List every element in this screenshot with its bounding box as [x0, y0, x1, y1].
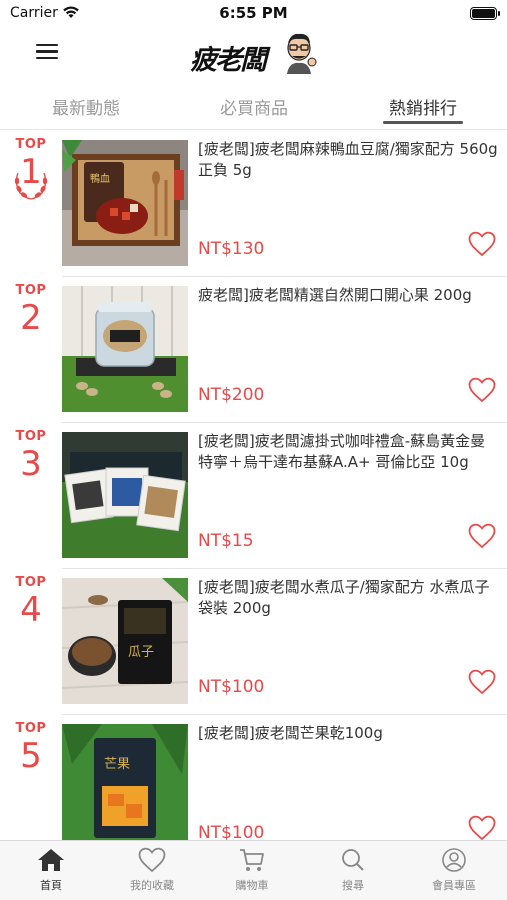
search-icon — [342, 849, 364, 871]
tabbar-home[interactable]: 首頁 — [11, 847, 91, 893]
rank-badge: TOP 5 — [8, 721, 54, 776]
rank-top-label: TOP — [15, 575, 47, 590]
tabbar-search-label: 搜尋 — [342, 879, 364, 892]
rank-badge: TOP 4 — [8, 575, 54, 630]
rank-badge: TOP 1 — [8, 137, 54, 200]
rank-badge: TOP 2 — [8, 283, 54, 338]
rank-number: 5 — [20, 736, 42, 776]
status-bar: Carrier 6:55 PM — [0, 0, 507, 28]
rank-number: 2 — [20, 298, 42, 338]
tabbar-home-label: 首頁 — [40, 879, 62, 892]
product-image[interactable] — [62, 286, 188, 412]
tabbar-member-label: 會員專區 — [432, 879, 476, 892]
list-item[interactable]: TOP 1 鴨血 [疲老闆]疲老闆麻辣鴨血豆腐/獨家配方 560g 正負 5g … — [0, 131, 507, 277]
product-price: NT$100 — [198, 677, 265, 697]
tab-best-sellers[interactable]: 熱銷排行 — [363, 94, 483, 119]
product-title[interactable]: [疲老闆]疲老闆芒果乾100g — [198, 723, 498, 744]
tabbar-favorites-label: 我的收藏 — [130, 879, 174, 892]
tabbar-favorites[interactable]: 我的收藏 — [112, 847, 192, 893]
svg-text:瓜子: 瓜子 — [128, 645, 154, 660]
product-image[interactable]: 鴨血 — [62, 140, 188, 266]
active-tab-indicator — [383, 121, 463, 124]
rank-number: 1 — [20, 152, 42, 192]
tabbar-cart-label: 購物車 — [235, 879, 269, 892]
list-item[interactable]: TOP 5 芒果 [疲老闆]疲老闆芒果乾100g NT$100 — [0, 715, 507, 840]
rank-top-label: TOP — [15, 429, 47, 444]
rank-number: 3 — [20, 444, 42, 484]
product-title[interactable]: [疲老闆]疲老闆濾掛式咖啡禮盒-蘇島黃金曼特寧＋烏干達布基蘇A.A+ 哥倫比亞 … — [198, 431, 498, 473]
logo-text: 疲老闆 — [190, 45, 267, 76]
tab-must-buy[interactable]: 必買商品 — [194, 94, 314, 119]
product-image[interactable] — [62, 432, 188, 558]
favorite-heart-icon[interactable] — [468, 523, 496, 549]
product-price: NT$15 — [198, 531, 254, 551]
brand-logo: 疲老闆 — [188, 30, 323, 76]
category-tabs: 最新動態 必買商品 熱銷排行 — [0, 84, 507, 130]
cart-icon — [240, 849, 264, 871]
battery-icon — [470, 7, 500, 20]
favorite-heart-icon[interactable] — [468, 669, 496, 695]
nav-header: 疲老闆 — [0, 28, 507, 80]
favorite-heart-icon[interactable] — [468, 231, 496, 257]
list-item[interactable]: TOP 4 瓜子 [疲老闆]疲老闆水煮瓜子/獨家配方 水煮瓜子 袋裝 200g … — [0, 569, 507, 715]
clock: 6:55 PM — [219, 4, 288, 22]
list-item[interactable]: TOP 2 疲老闆]疲老闆精選自然開口開心果 200g NT$200 — [0, 277, 507, 423]
tabbar-member[interactable]: 會員專區 — [414, 847, 494, 893]
ranking-list: TOP 1 鴨血 [疲老闆]疲老闆麻辣鴨血豆腐/獨家配方 560g 正負 5g … — [0, 131, 507, 840]
rank-badge: TOP 3 — [8, 429, 54, 484]
favorite-heart-icon[interactable] — [468, 815, 496, 840]
rank-top-label: TOP — [15, 137, 47, 152]
user-icon — [442, 848, 466, 872]
bottom-tab-bar: 首頁 我的收藏 購物車 搜尋 會員專區 — [0, 840, 507, 900]
menu-button[interactable] — [34, 40, 60, 64]
rank-number: 4 — [20, 590, 42, 630]
product-title[interactable]: [疲老闆]疲老闆麻辣鴨血豆腐/獨家配方 560g 正負 5g — [198, 139, 498, 181]
rank-top-label: TOP — [15, 721, 47, 736]
product-image[interactable]: 瓜子 — [62, 578, 188, 704]
tabbar-search[interactable]: 搜尋 — [313, 847, 393, 893]
list-item[interactable]: TOP 3 [疲老闆]疲老闆濾掛式咖啡禮盒-蘇島黃金曼特寧＋烏干達布基蘇A.A+… — [0, 423, 507, 569]
mascot-icon — [287, 33, 317, 74]
favorite-heart-icon[interactable] — [468, 377, 496, 403]
heart-icon — [138, 847, 166, 873]
product-price: NT$200 — [198, 385, 265, 405]
product-price: NT$100 — [198, 823, 265, 840]
rank-top-label: TOP — [15, 283, 47, 298]
product-price: NT$130 — [198, 239, 265, 259]
product-image[interactable]: 芒果 — [62, 724, 188, 840]
tab-latest-news[interactable]: 最新動態 — [26, 94, 146, 119]
product-title[interactable]: [疲老闆]疲老闆水煮瓜子/獨家配方 水煮瓜子 袋裝 200g — [198, 577, 498, 619]
svg-text:芒果: 芒果 — [104, 756, 130, 772]
product-title[interactable]: 疲老闆]疲老闆精選自然開口開心果 200g — [198, 285, 498, 306]
home-icon — [38, 849, 64, 871]
tabbar-cart[interactable]: 購物車 — [212, 847, 292, 893]
svg-text:鴨血: 鴨血 — [90, 172, 110, 185]
